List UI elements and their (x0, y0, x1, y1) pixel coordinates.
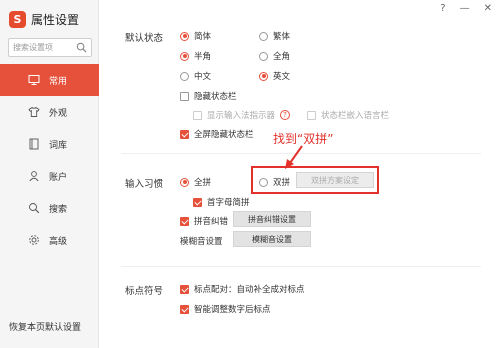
english-radio[interactable]: 英文 (259, 70, 290, 82)
fuzzy-sound-settings-button[interactable]: 模糊音设置 (233, 231, 311, 247)
fullscreen-hide-label: 全屏隐藏状态栏 (194, 130, 254, 140)
sogou-logo-icon: S (9, 10, 26, 28)
window-title: 属性设置 (31, 12, 80, 27)
show-indicator-label: 显示输入法指示器 (207, 111, 276, 121)
sidebar-item-label: 高级 (49, 236, 68, 247)
checkbox-indicator (193, 110, 202, 120)
radio-indicator (259, 177, 268, 187)
sidebar-item-dictionary[interactable]: 词库 (0, 128, 99, 160)
double-pinyin-settings-button[interactable]: 双拼方案设定 (296, 172, 374, 188)
sidebar-item-label: 常用 (49, 76, 68, 87)
checkbox-indicator (180, 129, 189, 139)
settings-search-box[interactable] (8, 38, 92, 57)
checkbox-indicator (180, 216, 189, 226)
sidebar: S 属性设置 常用 外观 词库 (0, 0, 99, 348)
full-pinyin-label: 全拼 (194, 178, 212, 188)
search-icon[interactable] (76, 42, 87, 53)
help-icon[interactable]: ? (280, 110, 291, 120)
traditional-label: 繁体 (273, 32, 291, 42)
chinese-label: 中文 (194, 72, 212, 82)
full-width-label: 全角 (273, 52, 291, 62)
sidebar-item-label: 搜索 (49, 204, 68, 215)
section-divider (121, 266, 481, 267)
full-pinyin-radio[interactable]: 全拼 (180, 176, 211, 188)
sidebar-item-common[interactable]: 常用 (0, 64, 99, 96)
half-width-radio[interactable]: 半角 (180, 50, 211, 62)
radio-indicator (180, 51, 189, 61)
double-pinyin-radio[interactable]: 双拼 (259, 176, 290, 188)
minimize-button[interactable]: — (460, 3, 470, 14)
sidebar-item-search[interactable]: 搜索 (0, 192, 99, 224)
gear-icon (27, 234, 40, 247)
settings-search-input[interactable] (9, 39, 75, 56)
chinese-radio[interactable]: 中文 (180, 70, 211, 82)
fullscreen-hide-checkbox[interactable]: 全屏隐藏状态栏 (180, 128, 254, 140)
full-width-radio[interactable]: 全角 (259, 50, 290, 62)
pinyin-correction-settings-button[interactable]: 拼音纠错设置 (233, 211, 311, 227)
embed-status-bar-checkbox[interactable]: 状态栏嵌入语言栏 (307, 109, 389, 121)
smart-adjust-checkbox[interactable]: 智能调整数字后标点 (180, 303, 271, 315)
monitor-icon (27, 74, 40, 87)
hide-status-bar-checkbox[interactable]: 隐藏状态栏 (180, 90, 237, 102)
auto-pair-checkbox[interactable]: 标点配对：自动补全成对标点 (180, 283, 305, 295)
punctuation-label: 标点符号 (125, 286, 164, 297)
traditional-radio[interactable]: 繁体 (259, 30, 290, 42)
half-width-label: 半角 (194, 52, 212, 62)
smart-adjust-label: 智能调整数字后标点 (194, 305, 271, 315)
checkbox-indicator (307, 110, 316, 120)
fuzzy-sound-label: 模糊音设置 (180, 237, 223, 247)
radio-indicator (180, 31, 189, 41)
embed-status-bar-label: 状态栏嵌入语言栏 (321, 111, 390, 121)
checkbox-indicator (180, 91, 189, 101)
search-icon (27, 202, 40, 215)
checkbox-indicator (193, 197, 202, 207)
hide-status-bar-label: 隐藏状态栏 (194, 92, 237, 102)
simplified-radio[interactable]: 简体 (180, 30, 211, 42)
sidebar-item-appearance[interactable]: 外观 (0, 96, 99, 128)
book-icon (27, 138, 40, 151)
help-button[interactable]: ? (440, 3, 445, 14)
sidebar-item-label: 外观 (49, 108, 68, 119)
radio-indicator (180, 71, 189, 81)
radio-indicator (259, 71, 268, 81)
radio-indicator (180, 177, 189, 187)
close-button[interactable]: ✕ (484, 3, 492, 14)
sidebar-item-label: 词库 (49, 140, 68, 151)
pinyin-correction-checkbox[interactable]: 拼音纠错 (180, 215, 228, 227)
restore-defaults-link[interactable]: 恢复本页默认设置 (9, 320, 81, 333)
radio-indicator (259, 51, 268, 61)
pinyin-correction-label: 拼音纠错 (194, 217, 229, 227)
sidebar-item-advanced[interactable]: 高级 (0, 224, 99, 256)
user-icon (27, 170, 40, 183)
fuzzy-sound-label-row: 模糊音设置 (180, 235, 223, 247)
window-controls: ? — ✕ (440, 3, 492, 14)
checkbox-indicator (180, 304, 189, 314)
sidebar-item-label: 账户 (49, 172, 68, 183)
checkbox-indicator (180, 284, 189, 294)
show-indicator-checkbox[interactable]: 显示输入法指示器 ? (193, 109, 291, 121)
sidebar-nav: 常用 外观 词库 账户 搜索 高级 (0, 64, 99, 256)
radio-indicator (259, 31, 268, 41)
double-pinyin-label: 双拼 (273, 178, 291, 188)
tshirt-icon (27, 106, 40, 119)
app-title: S 属性设置 (9, 9, 79, 29)
default-state-label: 默认状态 (125, 33, 164, 44)
initial-abbrev-checkbox[interactable]: 首字母简拼 (193, 196, 250, 208)
initial-abbrev-label: 首字母简拼 (207, 198, 250, 208)
english-label: 英文 (273, 72, 291, 82)
sidebar-item-account[interactable]: 账户 (0, 160, 99, 192)
simplified-label: 简体 (194, 32, 212, 42)
input-habit-label: 输入习惯 (125, 179, 164, 190)
auto-pair-label: 标点配对：自动补全成对标点 (194, 285, 305, 295)
